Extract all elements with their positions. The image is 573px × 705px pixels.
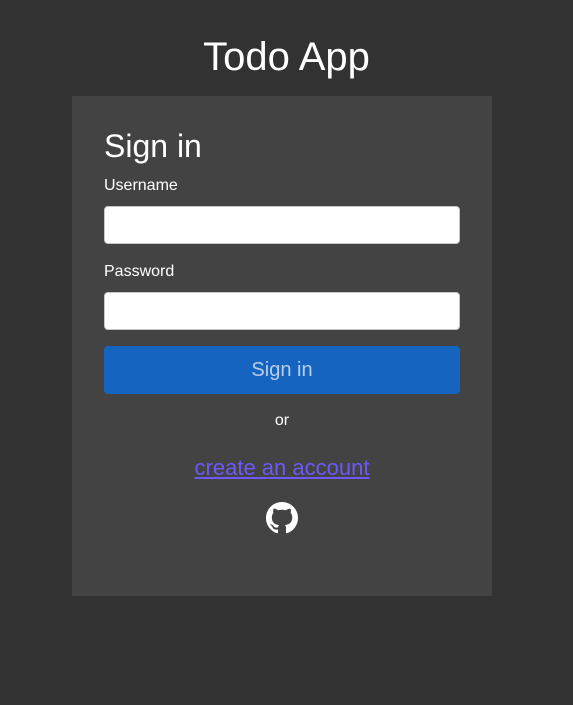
username-input[interactable] (104, 206, 460, 244)
or-divider: or (274, 412, 290, 429)
username-label: Username (104, 177, 178, 194)
password-label: Password (104, 263, 175, 280)
app-title: Todo App (203, 35, 370, 79)
sign-in-button[interactable]: Sign in (104, 346, 460, 394)
github-sign-in-link[interactable] (266, 502, 298, 534)
password-input[interactable] (104, 292, 460, 330)
github-icon (266, 502, 298, 534)
sign-in-card: Sign in Username Password Sign in or cre… (72, 96, 492, 596)
create-account-link[interactable]: create an account (195, 455, 370, 480)
sign-in-heading: Sign in (104, 128, 202, 164)
create-account-container: create an account (72, 454, 492, 482)
